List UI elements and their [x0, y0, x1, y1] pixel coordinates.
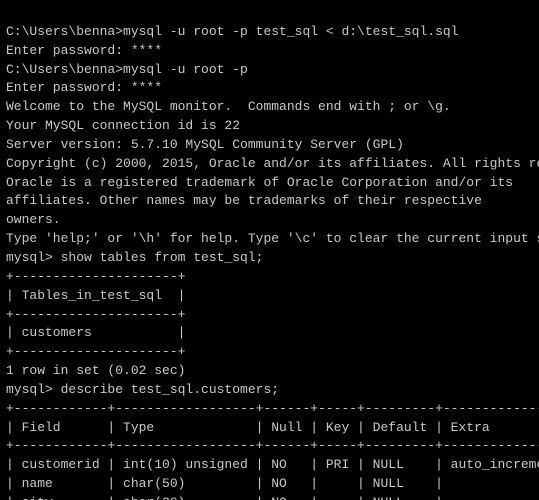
terminal-line: mysql> show tables from test_sql; — [6, 249, 533, 268]
terminal-line: Copyright (c) 2000, 2015, Oracle and/or … — [6, 155, 533, 174]
terminal-line: C:\Users\benna>mysql -u root -p test_sql… — [6, 23, 533, 42]
terminal-line: | Tables_in_test_sql | — [6, 287, 533, 306]
terminal-line: Enter password: **** — [6, 42, 533, 61]
terminal-line: | Field | Type | Null | Key | Default | … — [6, 419, 533, 438]
terminal-line: Server version: 5.7.10 MySQL Community S… — [6, 136, 533, 155]
terminal-line: +---------------------+ — [6, 343, 533, 362]
terminal-line: C:\Users\benna>mysql -u root -p — [6, 61, 533, 80]
terminal-line: +---------------------+ — [6, 306, 533, 325]
terminal-line: Welcome to the MySQL monitor. Commands e… — [6, 98, 533, 117]
terminal-line: Enter password: **** — [6, 79, 533, 98]
terminal-line: | customers | — [6, 324, 533, 343]
terminal-line: +------------+------------------+------+… — [6, 437, 533, 456]
terminal-line: affiliates. Other names may be trademark… — [6, 192, 533, 211]
terminal-line: +---------------------+ — [6, 268, 533, 287]
terminal-line: Your MySQL connection id is 22 — [6, 117, 533, 136]
terminal-line: owners. — [6, 211, 533, 230]
terminal-line: 1 row in set (0.02 sec) — [6, 362, 533, 381]
terminal-line: Oracle is a registered trademark of Orac… — [6, 174, 533, 193]
terminal-line: Type 'help;' or '\h' for help. Type '\c'… — [6, 230, 533, 249]
terminal-line: | city | char(30) | NO | | NULL | | — [6, 494, 533, 500]
terminal-line: +------------+------------------+------+… — [6, 400, 533, 419]
terminal-window: C:\Users\benna>mysql -u root -p test_sql… — [0, 0, 539, 500]
terminal-line: mysql> describe test_sql.customers; — [6, 381, 533, 400]
terminal-line: | name | char(50) | NO | | NULL | | — [6, 475, 533, 494]
terminal-line: | customerid | int(10) unsigned | NO | P… — [6, 456, 533, 475]
